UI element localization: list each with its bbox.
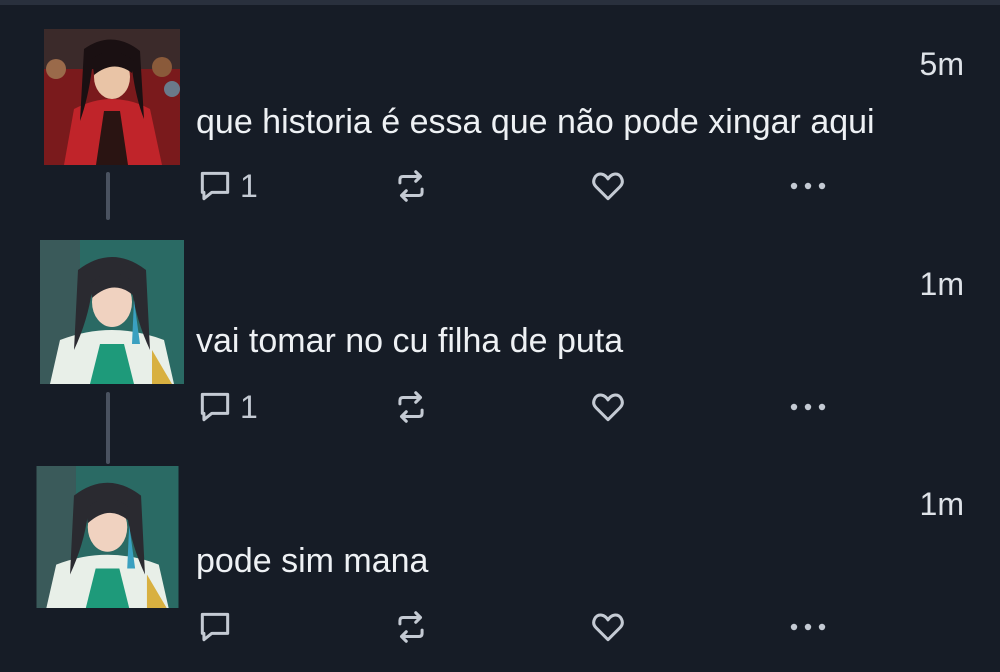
like-button[interactable] — [589, 166, 627, 206]
retweet-icon — [398, 611, 424, 643]
tweet-text: vai tomar no cu filha de puta — [196, 322, 624, 360]
avatar[interactable] — [35, 466, 180, 608]
reply-count: 1 — [240, 388, 258, 425]
retweet-button[interactable] — [392, 166, 430, 206]
retweet-button[interactable] — [392, 387, 430, 427]
like-icon — [592, 613, 624, 642]
tweet-timestamp: 1m — [919, 266, 964, 302]
avatar[interactable] — [40, 240, 184, 384]
tweet[interactable]: 5m que historia é essa que não pode xing… — [0, 0, 1000, 220]
more-button[interactable] — [786, 607, 830, 647]
tweet-timestamp: 1m — [919, 486, 964, 522]
avatar[interactable] — [44, 29, 180, 165]
tweet-timestamp: 5m — [919, 46, 964, 82]
tweet-actions: 1 — [196, 387, 836, 427]
retweet-icon — [398, 170, 424, 202]
reply-count: 1 — [240, 167, 258, 204]
tweet-text: pode sim mana — [196, 542, 429, 580]
reply-button[interactable] — [196, 607, 240, 647]
reply-icon — [200, 392, 230, 422]
tweet-text: que historia é essa que não pode xingar … — [196, 103, 875, 141]
more-button[interactable] — [786, 387, 830, 427]
retweet-button[interactable] — [392, 607, 430, 647]
tweet[interactable]: 1m pode sim mana — [0, 440, 1000, 672]
more-button[interactable] — [786, 166, 830, 206]
reply-icon — [200, 612, 230, 642]
like-icon — [592, 393, 624, 422]
like-button[interactable] — [589, 607, 627, 647]
more-icon — [790, 182, 826, 190]
retweet-icon — [398, 391, 424, 423]
tweet-actions: 1 — [196, 166, 836, 206]
thread-connector — [106, 172, 110, 220]
tweet[interactable]: 1m vai tomar no cu filha de puta 1 — [0, 220, 1000, 464]
thread: 5m que historia é essa que não pode xing… — [0, 0, 1000, 672]
reply-button[interactable]: 1 — [196, 387, 258, 427]
tweet-actions — [196, 607, 836, 647]
like-button[interactable] — [589, 387, 627, 427]
reply-icon — [200, 171, 230, 201]
like-icon — [592, 172, 624, 201]
more-icon — [790, 623, 826, 631]
more-icon — [790, 403, 826, 411]
reply-button[interactable]: 1 — [196, 166, 258, 206]
